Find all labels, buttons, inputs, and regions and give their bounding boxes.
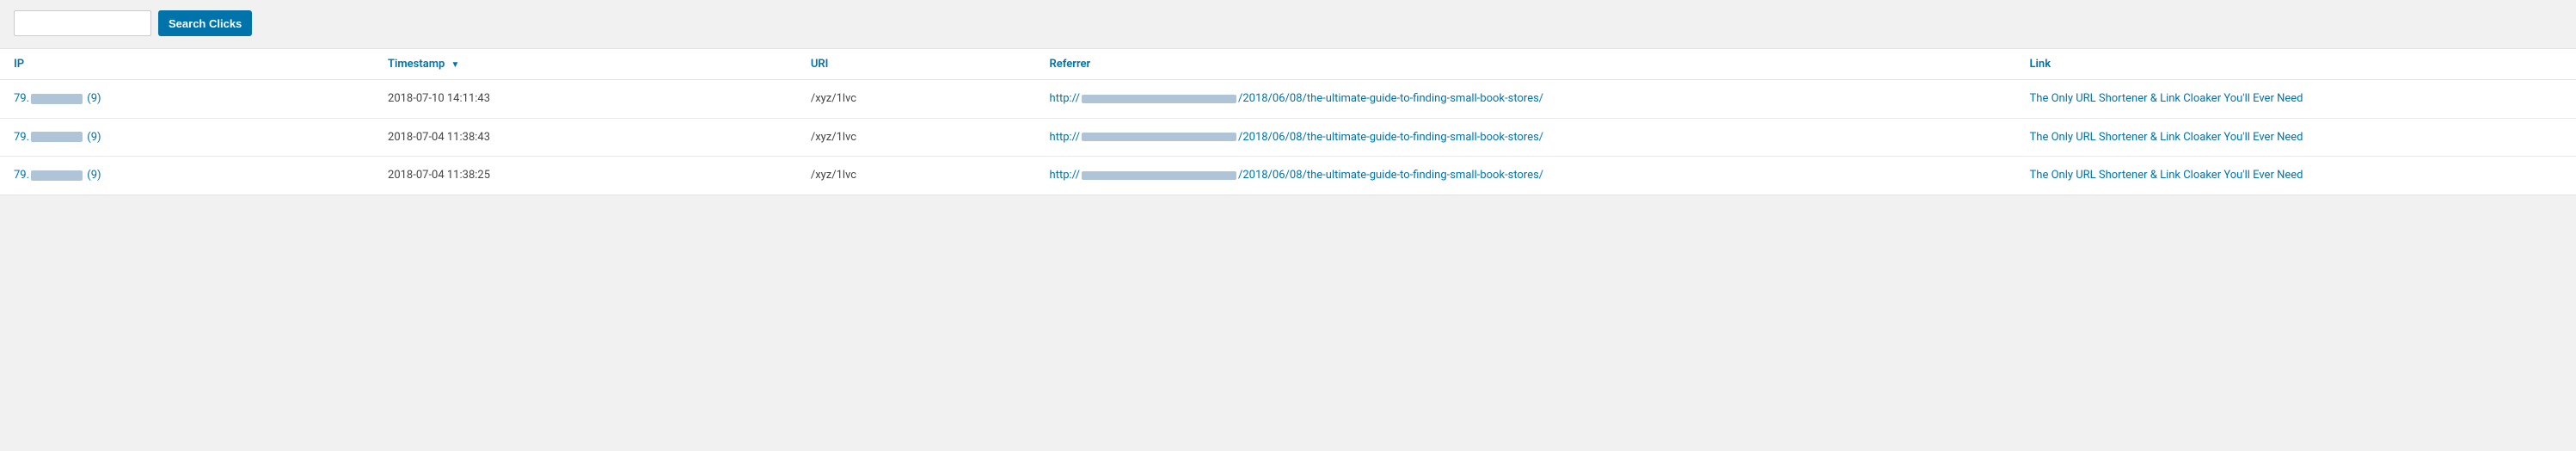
col-ip: IP [0, 49, 374, 80]
cell-referrer: http:///2018/06/08/the-ultimate-guide-to… [1036, 118, 2016, 157]
cell-uri: /xyz/1lvc [797, 157, 1036, 195]
cell-referrer: http:///2018/06/08/the-ultimate-guide-to… [1036, 157, 2016, 195]
cell-uri: /xyz/1lvc [797, 118, 1036, 157]
ip-prefix: 79. [14, 131, 29, 144]
referrer-link[interactable]: http:///2018/06/08/the-ultimate-guide-to… [1050, 169, 1544, 182]
link-anchor[interactable]: The Only URL Shortener & Link Cloaker Yo… [2030, 169, 2303, 182]
referrer-blurred [1082, 133, 1236, 141]
cell-timestamp: 2018-07-04 11:38:25 [374, 157, 797, 195]
ip-blurred [31, 94, 83, 104]
ip-blurred [31, 170, 83, 181]
col-timestamp[interactable]: Timestamp ▼ [374, 49, 797, 80]
search-input[interactable] [14, 10, 151, 36]
cell-timestamp: 2018-07-10 14:11:43 [374, 80, 797, 119]
ip-prefix: 79. [14, 169, 29, 182]
cell-timestamp: 2018-07-04 11:38:43 [374, 118, 797, 157]
ip-prefix: 79. [14, 92, 29, 105]
link-anchor[interactable]: The Only URL Shortener & Link Cloaker Yo… [2030, 131, 2303, 144]
link-anchor[interactable]: The Only URL Shortener & Link Cloaker Yo… [2030, 92, 2303, 105]
table-header-row: IP Timestamp ▼ URI Referrer Link [0, 49, 2576, 80]
cell-referrer: http:///2018/06/08/the-ultimate-guide-to… [1036, 80, 2016, 119]
cell-link: The Only URL Shortener & Link Cloaker Yo… [2016, 118, 2576, 157]
ip-suffix: (9) [84, 169, 101, 182]
cell-uri: /xyz/1lvc [797, 80, 1036, 119]
referrer-blurred [1082, 171, 1236, 180]
cell-ip: 79. (9) [0, 118, 374, 157]
referrer-link[interactable]: http:///2018/06/08/the-ultimate-guide-to… [1050, 131, 1544, 144]
sort-desc-icon: ▼ [451, 60, 460, 70]
ip-suffix: (9) [84, 92, 101, 105]
col-link: Link [2016, 49, 2576, 80]
clicks-table: IP Timestamp ▼ URI Referrer Link 79. (9)… [0, 49, 2576, 195]
search-clicks-button[interactable]: Search Clicks [158, 10, 252, 36]
top-bar: Search Clicks [0, 0, 2576, 48]
clicks-table-container: IP Timestamp ▼ URI Referrer Link 79. (9)… [0, 48, 2576, 195]
cell-link: The Only URL Shortener & Link Cloaker Yo… [2016, 80, 2576, 119]
col-referrer: Referrer [1036, 49, 2016, 80]
cell-link: The Only URL Shortener & Link Cloaker Yo… [2016, 157, 2576, 195]
referrer-blurred [1082, 95, 1236, 103]
cell-ip: 79. (9) [0, 80, 374, 119]
col-uri: URI [797, 49, 1036, 80]
ip-suffix: (9) [84, 131, 101, 144]
table-row: 79. (9)2018-07-10 14:11:43/xyz/1lvchttp:… [0, 80, 2576, 119]
referrer-link[interactable]: http:///2018/06/08/the-ultimate-guide-to… [1050, 92, 1544, 105]
table-row: 79. (9)2018-07-04 11:38:25/xyz/1lvchttp:… [0, 157, 2576, 195]
table-row: 79. (9)2018-07-04 11:38:43/xyz/1lvchttp:… [0, 118, 2576, 157]
cell-ip: 79. (9) [0, 157, 374, 195]
ip-blurred [31, 132, 83, 142]
